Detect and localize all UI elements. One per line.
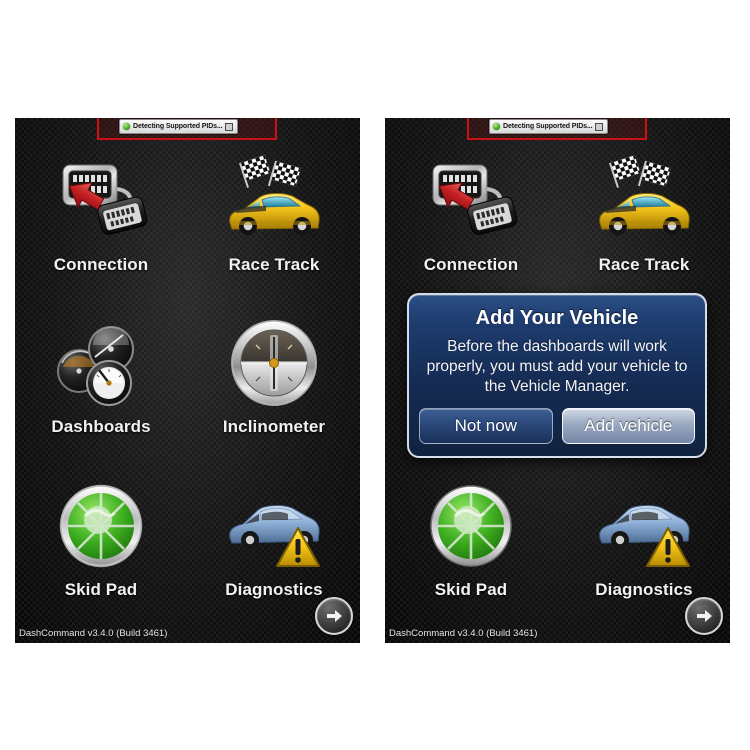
dialog-message: Before the dashboards will work properly…	[426, 338, 688, 395]
menu-item-skid-pad[interactable]: Skid Pad	[385, 471, 557, 628]
menu-grid: Connection	[15, 146, 360, 616]
status-toast[interactable]: Detecting Supported PIDs...	[489, 119, 609, 134]
green-skidpad-icon	[421, 476, 521, 576]
next-page-button[interactable]	[315, 597, 353, 635]
add-vehicle-dialog: Add Your Vehicle Before the dashboards w…	[407, 293, 707, 458]
status-indicator-icon	[123, 123, 130, 130]
menu-item-label: Inclinometer	[222, 417, 326, 436]
app-panel-left: Detecting Supported PIDs... Connection R…	[15, 118, 360, 643]
menu-item-label: Diagnostics	[225, 580, 323, 599]
status-toast[interactable]: Detecting Supported PIDs...	[119, 119, 239, 134]
menu-item-label: Connection	[423, 255, 519, 274]
menu-item-dashboards[interactable]: Dashboards	[15, 308, 187, 465]
menu-item-skid-pad[interactable]: Skid Pad	[15, 471, 187, 628]
green-skidpad-icon	[51, 476, 151, 576]
dialog-title: Add Your Vehicle	[475, 307, 639, 329]
arrow-right-icon	[327, 610, 342, 622]
close-icon[interactable]	[595, 122, 604, 131]
menu-item-label: Diagnostics	[595, 580, 693, 599]
menu-item-label: Race Track	[598, 255, 690, 274]
menu-item-label: Race Track	[228, 255, 320, 274]
car-warning-icon	[594, 476, 694, 576]
race-car-flags-icon	[224, 151, 324, 251]
close-icon[interactable]	[225, 122, 234, 131]
menu-item-label: Skid Pad	[434, 580, 508, 599]
status-toast-label: Detecting Supported PIDs...	[133, 123, 223, 130]
status-highlight-box: Detecting Supported PIDs...	[97, 118, 277, 140]
chrome-level-gauge-icon	[224, 313, 324, 413]
menu-item-label: Connection	[53, 255, 149, 274]
status-indicator-icon	[493, 123, 500, 130]
menu-item-race-track[interactable]: Race Track	[188, 146, 360, 303]
menu-item-label: Skid Pad	[64, 580, 138, 599]
menu-item-connection[interactable]: Connection	[385, 146, 557, 303]
car-warning-icon	[224, 476, 324, 576]
dialog-button-row: Not now Add vehicle	[419, 408, 695, 444]
screenshot-canvas: Detecting Supported PIDs... Connection R…	[0, 0, 750, 750]
add-vehicle-button[interactable]: Add vehicle	[561, 408, 695, 444]
race-car-flags-icon	[594, 151, 694, 251]
obd-connector-icon	[51, 151, 151, 251]
next-page-button[interactable]	[685, 597, 723, 635]
menu-item-inclinometer[interactable]: Inclinometer	[188, 308, 360, 465]
version-label: DashCommand v3.4.0 (Build 3461)	[19, 628, 168, 639]
status-toast-label: Detecting Supported PIDs...	[503, 123, 593, 130]
menu-item-connection[interactable]: Connection	[15, 146, 187, 303]
status-highlight-box: Detecting Supported PIDs...	[467, 118, 647, 140]
version-label: DashCommand v3.4.0 (Build 3461)	[389, 628, 538, 639]
arrow-right-icon	[697, 610, 712, 622]
app-panel-right: Detecting Supported PIDs... Connection R…	[385, 118, 730, 643]
not-now-button[interactable]: Not now	[419, 408, 553, 444]
menu-item-race-track[interactable]: Race Track	[558, 146, 730, 303]
obd-connector-icon	[421, 151, 521, 251]
menu-item-label: Dashboards	[51, 417, 151, 436]
gauge-cluster-icon	[51, 313, 151, 413]
